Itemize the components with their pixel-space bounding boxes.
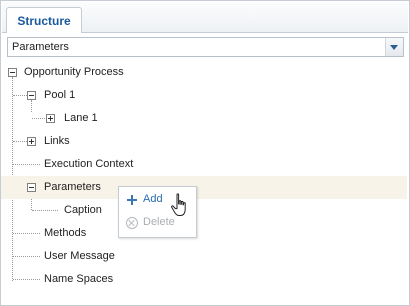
menu-item-add-label: Add <box>143 193 163 205</box>
tree-node-label: Caption <box>64 204 102 216</box>
tree-node-label: Name Spaces <box>44 273 114 285</box>
tree-node-user-message[interactable]: User Message <box>1 245 407 268</box>
structure-tree: Opportunity Process Pool 1 Lane 1 Links … <box>0 60 408 304</box>
tree-node-label: Pool 1 <box>44 89 76 101</box>
tab-bar: Structure <box>2 2 408 33</box>
tree-node-label: Parameters <box>44 181 101 193</box>
element-type-dropdown[interactable]: Parameters <box>7 37 404 57</box>
tree-node-root[interactable]: Opportunity Process <box>1 61 407 84</box>
collapse-icon[interactable] <box>27 91 36 100</box>
tree-node-label: Links <box>44 135 70 147</box>
tree-node-parameters[interactable]: Parameters <box>1 176 407 199</box>
tree-node-label: Methods <box>44 227 87 239</box>
tab-structure-label: Structure <box>17 13 71 28</box>
collapse-icon[interactable] <box>8 68 17 77</box>
delete-icon <box>126 217 138 229</box>
tree-node-label: Execution Context <box>44 158 134 170</box>
collapse-icon[interactable] <box>27 183 36 192</box>
tree-node-methods[interactable]: Methods <box>1 222 407 245</box>
tree-node-label: Lane 1 <box>64 112 98 124</box>
tree-node-execution-context[interactable]: Execution Context <box>1 153 407 176</box>
dropdown-value: Parameters <box>12 41 69 53</box>
chevron-down-icon[interactable] <box>385 38 403 56</box>
tree-node-lane[interactable]: Lane 1 <box>1 107 407 130</box>
tree-node-label: User Message <box>44 250 115 262</box>
tree-node-links[interactable]: Links <box>1 130 407 153</box>
tree-node-label: Opportunity Process <box>24 66 124 78</box>
expand-icon[interactable] <box>27 137 36 146</box>
tree-node-name-spaces[interactable]: Name Spaces <box>1 268 407 291</box>
tab-structure[interactable]: Structure <box>6 7 82 33</box>
hand-cursor-icon <box>171 193 186 216</box>
add-icon <box>126 194 138 206</box>
tree-node-pool[interactable]: Pool 1 <box>1 84 407 107</box>
tree-node-caption[interactable]: Caption <box>1 199 407 222</box>
expand-icon[interactable] <box>46 114 55 123</box>
